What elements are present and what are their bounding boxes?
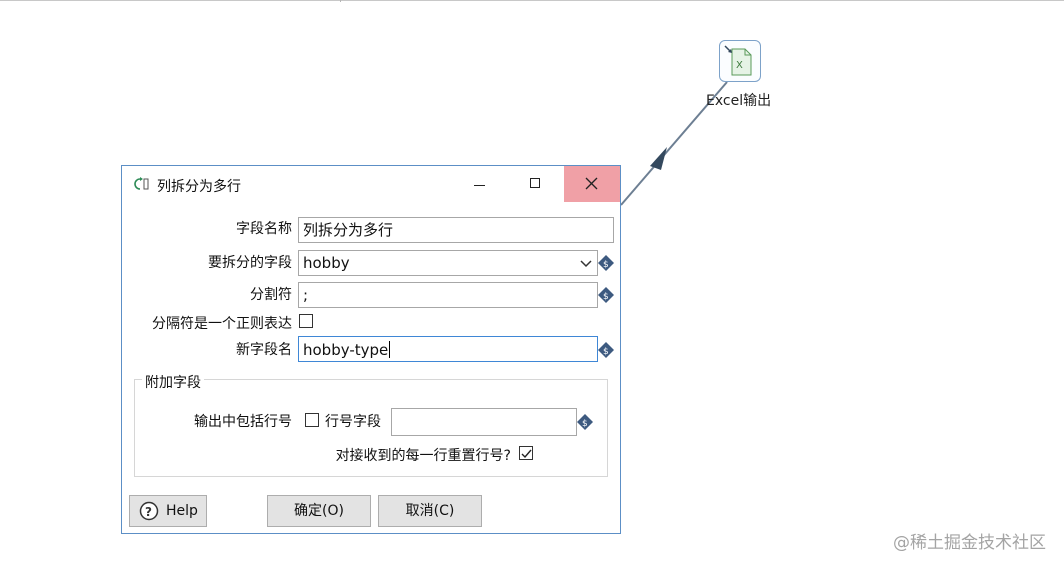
- dialog-titlebar[interactable]: 列拆分为多行: [122, 166, 620, 203]
- maximize-button[interactable]: [508, 166, 564, 202]
- svg-text:$: $: [582, 419, 588, 429]
- dialog-title: 列拆分为多行: [157, 179, 241, 195]
- field-name-label: 字段名称: [236, 221, 292, 237]
- regex-label: 分隔符是一个正则表达: [152, 316, 292, 332]
- svg-text:?: ?: [145, 505, 152, 519]
- svg-text:$: $: [603, 292, 609, 302]
- step-label: Excel输出: [706, 93, 772, 109]
- split-field-value: hobby: [303, 254, 350, 272]
- extra-fields-title: 附加字段: [142, 372, 204, 392]
- close-button[interactable]: [564, 166, 620, 202]
- delimiter-input[interactable]: ;: [298, 282, 598, 308]
- reset-rownum-label: 对接收到的每一行重置行号?: [335, 448, 511, 464]
- chevron-down-icon: [580, 260, 592, 268]
- regex-checkbox[interactable]: [299, 314, 313, 328]
- checkmark-icon: [521, 449, 532, 459]
- variable-icon[interactable]: $: [598, 255, 614, 271]
- split-field-select[interactable]: hobby: [298, 250, 598, 276]
- rownum-field-input[interactable]: [391, 408, 577, 436]
- split-rows-dialog: 列拆分为多行 字段名称 列拆分为多行 要拆分的字段 hobby $ 分割符 ; …: [121, 165, 621, 534]
- reset-rownum-checkbox[interactable]: [519, 446, 533, 460]
- help-icon: ?: [139, 501, 159, 521]
- rownum-field-label: 行号字段: [325, 414, 381, 430]
- variable-icon[interactable]: $: [598, 342, 614, 358]
- excel-output-icon: X: [724, 45, 752, 76]
- include-rownum-checkbox[interactable]: [305, 413, 319, 427]
- delimiter-label: 分割符: [250, 287, 292, 303]
- excel-output-step[interactable]: X: [719, 40, 761, 82]
- new-field-value: hobby-type: [303, 341, 389, 359]
- variable-icon[interactable]: $: [598, 287, 614, 303]
- help-label: Help: [166, 503, 198, 519]
- new-field-label: 新字段名: [236, 342, 292, 358]
- split-field-label: 要拆分的字段: [208, 255, 292, 271]
- svg-text:$: $: [603, 347, 609, 357]
- field-name-input[interactable]: 列拆分为多行: [298, 217, 614, 243]
- new-field-input[interactable]: hobby-type: [298, 336, 598, 362]
- ok-button[interactable]: 确定(O): [267, 495, 371, 527]
- svg-text:X: X: [736, 60, 743, 71]
- help-button[interactable]: ? Help: [129, 495, 207, 527]
- split-rows-icon: [134, 177, 149, 190]
- text-caret: [389, 341, 391, 358]
- include-rownum-label: 输出中包括行号: [194, 414, 292, 430]
- minimize-button[interactable]: [452, 166, 508, 202]
- close-icon: [585, 177, 598, 190]
- hop-arrowhead: [650, 147, 667, 170]
- svg-text:$: $: [603, 260, 609, 270]
- watermark: @稀土掘金技术社区: [893, 533, 1046, 553]
- cancel-button[interactable]: 取消(C): [378, 495, 482, 527]
- variable-icon[interactable]: $: [577, 414, 593, 430]
